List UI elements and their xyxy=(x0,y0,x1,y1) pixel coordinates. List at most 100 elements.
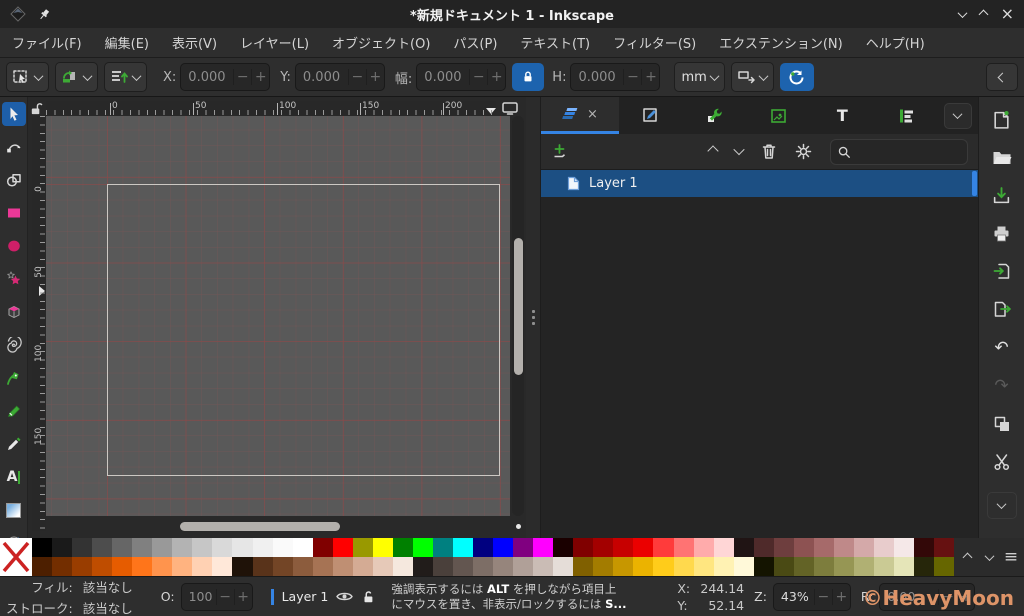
calligraphy-tool[interactable] xyxy=(2,432,26,456)
spiral-tool[interactable] xyxy=(2,333,26,357)
close-icon[interactable]: × xyxy=(1001,6,1014,22)
palette-swatch[interactable] xyxy=(112,557,132,576)
pin-icon[interactable] xyxy=(38,8,51,21)
selector-tool[interactable] xyxy=(2,102,26,126)
palette-swatch[interactable] xyxy=(834,538,854,557)
display-mode-icon[interactable] xyxy=(498,100,522,117)
palette-swatch[interactable] xyxy=(433,557,453,576)
palette-swatch[interactable] xyxy=(533,557,553,576)
width-increment[interactable]: + xyxy=(487,69,505,85)
layer-unlock-icon[interactable] xyxy=(361,589,375,604)
palette-swatch[interactable] xyxy=(273,538,293,557)
menu-path[interactable]: パス(P) xyxy=(453,33,497,52)
y-value[interactable]: 0.000 xyxy=(296,70,348,85)
palette-swatch[interactable] xyxy=(393,538,413,557)
bbox-mode-dropdown[interactable] xyxy=(55,62,98,92)
palette-swatch[interactable] xyxy=(834,557,854,576)
tab-layers[interactable]: × xyxy=(541,97,619,134)
y-spinbox[interactable]: 0.000 − + xyxy=(295,63,385,91)
menu-view[interactable]: 表示(V) xyxy=(172,33,217,52)
menu-layer[interactable]: レイヤー(L) xyxy=(240,33,309,52)
dropper-tool[interactable] xyxy=(2,531,26,538)
palette-swatch[interactable] xyxy=(132,557,152,576)
rectangle-tool[interactable] xyxy=(2,201,26,225)
palette-swatch[interactable] xyxy=(553,538,573,557)
tab-document-properties[interactable] xyxy=(619,97,683,134)
palette-swatch[interactable] xyxy=(714,538,734,557)
minimize-icon[interactable] xyxy=(959,8,966,21)
shape-builder-tool[interactable] xyxy=(2,168,26,192)
palette-swatch[interactable] xyxy=(253,538,273,557)
current-layer-indicator[interactable]: Layer 1 xyxy=(271,589,376,605)
palette-swatch[interactable] xyxy=(353,557,373,576)
tab-align-distribute[interactable] xyxy=(874,97,938,134)
layer-row[interactable]: Layer 1 xyxy=(541,170,978,197)
rotation-increment[interactable]: + xyxy=(956,589,974,605)
opacity-decrement[interactable]: − xyxy=(216,589,234,605)
layer-list-scrollbar[interactable] xyxy=(972,171,977,196)
palette-swatch[interactable] xyxy=(934,557,954,576)
palette-swatch[interactable] xyxy=(413,557,433,576)
palette-swatch[interactable] xyxy=(754,557,774,576)
palette-swatch[interactable] xyxy=(212,557,232,576)
maximize-icon[interactable] xyxy=(980,8,987,21)
x-spinbox[interactable]: 0.000 − + xyxy=(180,63,270,91)
palette-scroll-up-button[interactable] xyxy=(958,548,976,566)
menu-object[interactable]: オブジェクト(O) xyxy=(332,33,430,52)
palette-swatch[interactable] xyxy=(72,538,92,557)
palette-swatch[interactable] xyxy=(112,538,132,557)
menu-filters[interactable]: フィルター(S) xyxy=(613,33,696,52)
zoom-value[interactable]: 43% xyxy=(774,589,814,604)
palette-swatch[interactable] xyxy=(433,538,453,557)
x-decrement[interactable]: − xyxy=(233,69,251,85)
palette-swatch[interactable] xyxy=(212,538,232,557)
palette-swatch[interactable] xyxy=(293,538,313,557)
palette-swatch[interactable] xyxy=(794,538,814,557)
vertical-scrollbar[interactable] xyxy=(512,116,524,516)
vertical-scrollbar-thumb[interactable] xyxy=(514,238,523,375)
palette-swatch[interactable] xyxy=(633,557,653,576)
close-tab-icon[interactable]: × xyxy=(587,107,598,122)
menu-help[interactable]: ヘルプ(H) xyxy=(866,33,925,52)
redo-button[interactable]: ↷ xyxy=(991,375,1013,396)
palette-swatch[interactable] xyxy=(413,538,433,557)
rotation-value[interactable]: 0.00 xyxy=(880,589,938,604)
palette-swatch[interactable] xyxy=(253,557,273,576)
palette-swatch[interactable] xyxy=(694,538,714,557)
palette-swatch[interactable] xyxy=(854,538,874,557)
pencil-tool[interactable] xyxy=(2,399,26,423)
palette-swatch[interactable] xyxy=(513,538,533,557)
palette-swatch[interactable] xyxy=(553,557,573,576)
opacity-spinbox[interactable]: 100 − + xyxy=(181,583,253,611)
palette-swatch[interactable] xyxy=(854,557,874,576)
open-document-button[interactable] xyxy=(991,147,1013,168)
collapse-snapbar-button[interactable] xyxy=(986,63,1018,91)
palette-swatch[interactable] xyxy=(172,557,192,576)
horizontal-ruler[interactable]: 0 50 100 150 200 xyxy=(46,101,496,116)
palette-swatch[interactable] xyxy=(613,557,633,576)
palette-swatch[interactable] xyxy=(533,538,553,557)
palette-swatch[interactable] xyxy=(232,557,252,576)
palette-menu-button[interactable]: ≡ xyxy=(1002,548,1020,566)
layer-settings-button[interactable] xyxy=(795,143,812,160)
palette-swatch[interactable] xyxy=(653,557,673,576)
x-increment[interactable]: + xyxy=(251,69,269,85)
opacity-increment[interactable]: + xyxy=(234,589,252,605)
palette-swatch[interactable] xyxy=(172,538,192,557)
palette-swatch[interactable] xyxy=(92,557,112,576)
palette-swatch[interactable] xyxy=(714,557,734,576)
canvas-viewport[interactable] xyxy=(46,116,510,516)
palette-swatch[interactable] xyxy=(192,557,212,576)
rotation-decrement[interactable]: − xyxy=(938,589,956,605)
palette-swatch[interactable] xyxy=(493,538,513,557)
palette-swatch[interactable] xyxy=(473,538,493,557)
menu-extensions[interactable]: エクステンション(N) xyxy=(719,33,842,52)
palette-swatch[interactable] xyxy=(573,557,593,576)
menu-edit[interactable]: 編集(E) xyxy=(105,33,149,52)
menu-file[interactable]: ファイル(F) xyxy=(12,33,82,52)
undo-button[interactable]: ↶ xyxy=(991,337,1013,358)
palette-swatch[interactable] xyxy=(132,538,152,557)
ruler-lock-icon[interactable] xyxy=(29,101,45,117)
scale-options-dropdown[interactable] xyxy=(731,62,774,92)
stack-mode-dropdown[interactable] xyxy=(104,62,147,92)
